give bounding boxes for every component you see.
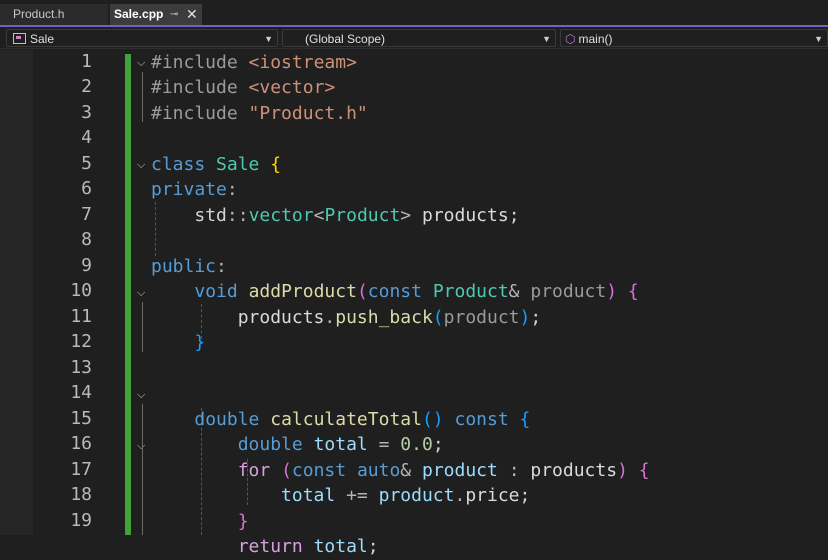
code-line-3: #include "Product.h" [151,103,368,124]
line-number: 11 [70,306,92,327]
line-number: 12 [70,331,92,352]
code-line-17: total += product.price; [281,485,531,506]
code-line-19: return total; [237,536,379,557]
code-line-15: double total = 0.0; [237,434,444,455]
code-line-11: products.push_back(product); [237,307,542,328]
line-number: 14 [70,382,92,403]
line-number: 3 [81,102,92,123]
navigation-bar: Sale ▼ (Global Scope) ▼ ⬡ main() ▼ [0,27,828,49]
project-dropdown-value: Sale [30,32,55,46]
collapse-icon[interactable]: ⌵ [137,57,149,69]
tab-product-h[interactable]: Product.h [0,4,108,25]
code-line-12: } [194,332,206,353]
indicator-margin [0,50,33,535]
collapse-icon[interactable]: ⌵ [137,287,149,299]
code-line-1: #include <iostream> [151,52,357,73]
line-number: 10 [70,280,92,301]
line-number: 8 [81,229,92,250]
scope-dropdown[interactable]: (Global Scope) ▼ [282,29,556,47]
scope-dropdown-value: (Global Scope) [305,32,386,46]
fold-range-line [142,72,143,122]
method-cube-icon: ⬡ [565,32,576,46]
code-line-7: std::vector<Product> products; [194,205,520,226]
line-number: 2 [81,76,92,97]
line-number: 4 [81,127,92,148]
line-number: 15 [70,408,92,429]
code-line-6: private: [151,179,238,200]
collapse-icon[interactable]: ⌵ [137,440,149,452]
document-tab-bar: Product.h Sale.cpp ⊸ ✕ [0,0,828,27]
line-number: 9 [81,255,92,276]
code-editor[interactable]: 1 2 3 4 5 6 7 8 9 10 11 12 13 14 15 16 1… [0,50,828,557]
fold-range-line [142,302,143,352]
chevron-down-icon: ▼ [542,34,551,44]
member-dropdown-value: main() [578,32,613,46]
code-line-2: #include <vector> [151,77,336,98]
code-line-9: public: [151,256,227,277]
tab-label: Product.h [13,7,65,21]
line-number: 1 [81,51,92,72]
chevron-down-icon: ▼ [814,34,823,44]
project-icon [13,33,26,44]
code-line-5: class Sale { [151,154,282,175]
line-number: 19 [70,510,92,531]
line-number: 18 [70,484,92,505]
close-icon[interactable]: ✕ [186,4,198,25]
code-line-14: double calculateTotal() const { [194,409,531,430]
line-number: 13 [70,357,92,378]
tab-label: Sale.cpp [114,7,164,21]
line-number: 7 [81,204,92,225]
fold-range-line [142,404,143,535]
line-number: 6 [81,178,92,199]
pin-icon[interactable]: ⊸ [170,4,178,25]
code-line-18: } [237,511,249,532]
line-number: 5 [81,153,92,174]
project-dropdown[interactable]: Sale ▼ [6,29,278,47]
line-number: 17 [70,459,92,480]
line-number: 16 [70,433,92,454]
change-tracking-bar [125,54,131,535]
collapse-icon[interactable]: ⌵ [137,389,149,401]
collapse-icon[interactable]: ⌵ [137,159,149,171]
code-line-16: for (const auto& product : products) { [237,460,650,481]
tab-sale-cpp[interactable]: Sale.cpp ⊸ ✕ [110,4,202,25]
code-line-10: void addProduct(const Product& product) … [194,281,639,302]
member-dropdown[interactable]: ⬡ main() ▼ [560,29,828,47]
chevron-down-icon: ▼ [264,34,273,44]
